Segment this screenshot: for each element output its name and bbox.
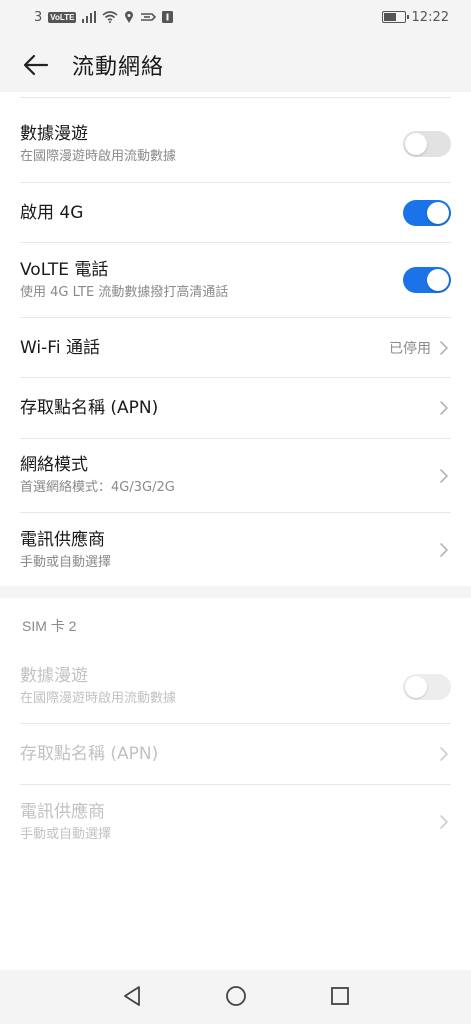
wifi-icon — [102, 11, 118, 23]
back-triangle-icon — [123, 986, 140, 1006]
toggle-knob — [405, 675, 427, 698]
chevron-right-icon — [439, 813, 451, 831]
row-subtitle: 手動或自動選擇 — [20, 826, 112, 842]
row-title: 電訊供應商 — [20, 801, 105, 822]
battery-icon — [381, 11, 409, 23]
chevron-right-icon — [439, 745, 451, 763]
sim2-section-title: SIM 卡 2 — [22, 618, 77, 634]
row-title: 存取點名稱 (APN) — [20, 744, 159, 764]
sim2-row-carrier: 電訊供應商 手動或自動選擇 — [20, 785, 451, 859]
sim2-row-apn: 存取點名稱 (APN) — [20, 724, 451, 785]
row-title: 數據漫遊 — [20, 123, 88, 144]
status-left: 3 VoLTE — [34, 9, 174, 25]
row-text: 電訊供應商 手動或自動選擇 — [20, 529, 111, 572]
row-text: 存取點名稱 (APN) — [20, 397, 158, 419]
sim1-settings-card: 數據漫遊 在國際漫遊時啟用流動數據 啟用 4G VoLTE 電話 使用 4G L… — [0, 92, 471, 586]
sim2-row-data-roaming: 數據漫遊 在國際漫遊時啟用流動數據 — [20, 650, 451, 724]
row-network-mode[interactable]: 網絡模式 首選網絡模式：4G/3G/2G — [20, 439, 451, 513]
row-text: 數據漫遊 在國際漫遊時啟用流動數據 — [20, 123, 176, 166]
home-circle-icon — [225, 986, 246, 1006]
row-subtitle: 首選網絡模式：4G/3G/2G — [20, 480, 175, 495]
row-text: Wi-Fi 通話 — [20, 337, 100, 359]
sim-number: 3 — [34, 9, 43, 25]
nav-home-button[interactable] — [223, 983, 249, 1009]
row-title: 電訊供應商 — [20, 529, 105, 550]
row-subtitle: 手動或自動選擇 — [20, 554, 112, 570]
notification-icon — [162, 11, 174, 23]
row-text: VoLTE 電話 使用 4G LTE 流動數據撥打高清通話 — [20, 259, 228, 302]
row-volte-calls[interactable]: VoLTE 電話 使用 4G LTE 流動數據撥打高清通話 — [20, 243, 451, 318]
row-enable-4g[interactable]: 啟用 4G — [20, 183, 451, 243]
row-title: 數據漫遊 — [20, 666, 88, 686]
row-data-roaming[interactable]: 數據漫遊 在國際漫遊時啟用流動數據 — [20, 106, 451, 183]
row-subtitle: 在國際漫遊時啟用流動數據 — [20, 148, 177, 164]
row-subtitle: 在國際漫遊時啟用流動數據 — [20, 691, 177, 706]
toggle-knob — [427, 269, 449, 291]
system-nav-bar — [0, 968, 471, 1024]
status-right: 12:22 — [381, 9, 449, 25]
row-carrier[interactable]: 電訊供應商 手動或自動選擇 — [20, 513, 451, 586]
scrolled-row — [20, 92, 451, 98]
nfc-icon — [140, 11, 157, 23]
app-header: 流動網絡 — [0, 34, 471, 96]
chevron-right-icon — [439, 339, 451, 357]
data-roaming-toggle[interactable] — [403, 131, 451, 157]
signal-icon — [82, 11, 97, 23]
row-text: 數據漫遊 在國際漫遊時啟用流動數據 — [20, 665, 176, 708]
page-title: 流動網絡 — [72, 55, 165, 80]
chevron-right-icon — [439, 399, 451, 417]
wifi-calling-status: 已停用 — [389, 340, 431, 357]
row-title: Wi-Fi 通話 — [20, 337, 100, 358]
row-title: 啟用 4G — [20, 202, 84, 223]
row-text: 電訊供應商 手動或自動選擇 — [20, 801, 111, 844]
battery-fill — [383, 13, 396, 21]
chevron-right-icon — [439, 541, 451, 559]
row-title: 網絡模式 — [20, 455, 88, 475]
toggle-knob — [427, 201, 449, 224]
row-title: VoLTE 電話 — [20, 259, 109, 280]
nav-recents-button[interactable] — [327, 983, 353, 1009]
recents-square-icon — [330, 987, 349, 1005]
row-right: 已停用 — [389, 338, 451, 358]
row-apn[interactable]: 存取點名稱 (APN) — [20, 378, 451, 439]
nav-back-button[interactable] — [119, 983, 145, 1009]
row-subtitle: 使用 4G LTE 流動數據撥打高清通話 — [20, 284, 229, 300]
sim2-data-roaming-toggle — [403, 673, 451, 700]
enable-4g-toggle[interactable] — [403, 199, 451, 226]
row-text: 啟用 4G — [20, 202, 83, 224]
status-bar: 3 VoLTE 12:22 — [0, 0, 471, 34]
volte-toggle[interactable] — [403, 267, 451, 293]
chevron-right-icon — [439, 467, 451, 485]
row-text: 存取點名稱 (APN) — [20, 743, 158, 765]
sim2-settings-card: SIM 卡 2 數據漫遊 在國際漫遊時啟用流動數據 存取點名稱 (APN) 電訊… — [0, 598, 471, 970]
status-time: 12:22 — [411, 9, 449, 25]
arrow-left-icon — [23, 54, 49, 76]
row-wifi-calling[interactable]: Wi-Fi 通話 已停用 — [20, 318, 451, 378]
back-button[interactable] — [18, 47, 54, 83]
row-title: 存取點名稱 (APN) — [20, 398, 159, 418]
toggle-knob — [405, 133, 427, 155]
volte-badge: VoLTE — [48, 11, 77, 23]
row-text: 網絡模式 首選網絡模式：4G/3G/2G — [20, 454, 175, 497]
location-icon — [124, 10, 134, 24]
